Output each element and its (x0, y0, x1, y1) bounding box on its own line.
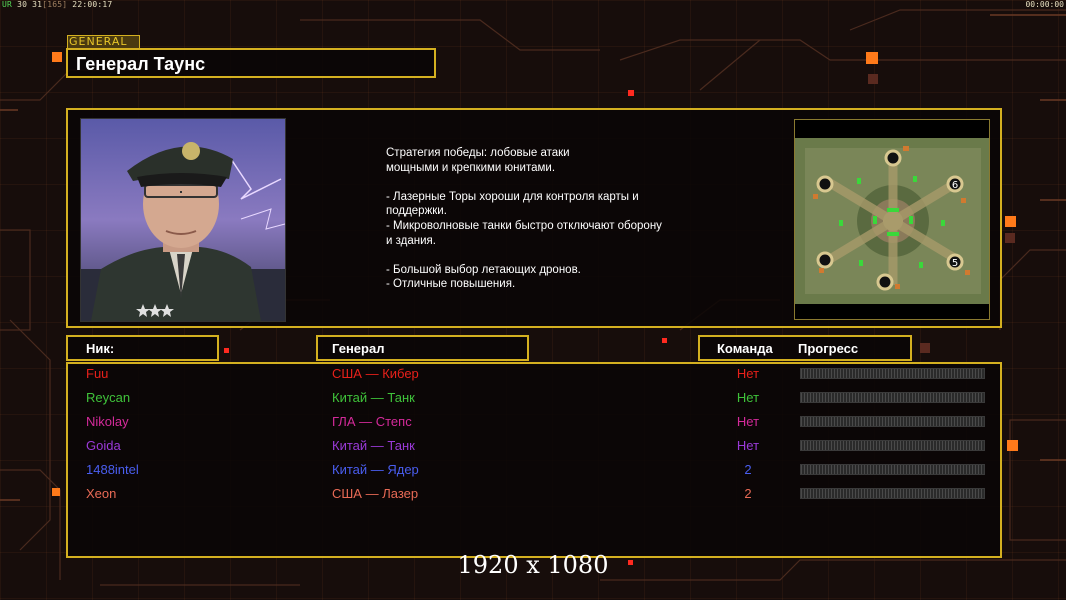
accent-square (866, 52, 878, 64)
nick-column-header: Ник: (66, 335, 219, 361)
general-name: Генерал Таунс (76, 54, 206, 74)
player-progress-bar (800, 368, 985, 379)
progress-header-label: Прогресс (798, 341, 859, 356)
player-nick: 1488intel (86, 462, 139, 477)
ur-label: UR (2, 0, 13, 9)
general-portrait (80, 118, 286, 322)
player-team: Нет (736, 366, 760, 381)
accent-square (52, 52, 62, 62)
player-progress-bar (800, 392, 985, 403)
player-general: Китай — Танк (332, 390, 415, 405)
general-title-panel: Генерал Таунс (66, 48, 436, 78)
accent-square (628, 90, 634, 96)
map-slot-label: 6 (952, 180, 958, 191)
player-general: США — Кибер (332, 366, 419, 381)
latency-stat: [165] (42, 0, 68, 9)
player-general: Китай — Танк (332, 438, 415, 453)
accent-square (662, 338, 667, 343)
player-progress-bar (800, 488, 985, 499)
player-general: ГЛА — Степс (332, 414, 412, 429)
game-timer: 00:00:00 (1025, 0, 1064, 9)
status-readout: UR 30 31[165] 22:00:17 (2, 0, 112, 9)
player-team: 2 (744, 462, 752, 477)
player-row: Fuu США — Кибер Нет (0, 366, 1066, 390)
player-row: Nikolay ГЛА — Степс Нет (0, 414, 1066, 438)
player-nick: Reycan (86, 390, 131, 405)
player-general: США — Лазер (332, 486, 419, 501)
accent-square (1005, 233, 1015, 243)
player-team: Нет (736, 438, 760, 453)
accent-square (224, 348, 229, 353)
player-nick: Xeon (86, 486, 117, 501)
player-general: Китай — Ядер (332, 462, 419, 477)
player-nick: Fuu (86, 366, 109, 381)
clock: 22:00:17 (72, 0, 113, 9)
player-nick: Goida (86, 438, 121, 453)
nick-header-label: Ник: (86, 341, 115, 356)
minimap-preview: 6 5 (794, 119, 990, 320)
team-header-label: Команда (717, 341, 773, 356)
player-row: Goida Китай — Танк Нет (0, 438, 1066, 462)
player-row: 1488intel Китай — Ядер 2 (0, 462, 1066, 486)
accent-square (868, 74, 878, 84)
section-tag: GENERAL (67, 35, 140, 49)
resolution-label: 1920 x 1080 (457, 551, 609, 579)
map-slot-label: 5 (952, 258, 958, 269)
player-progress-bar (800, 464, 985, 475)
general-column-header: Генерал (316, 335, 529, 361)
player-team: Нет (736, 390, 760, 405)
player-nick: Nikolay (86, 414, 129, 429)
player-progress-bar (800, 416, 985, 427)
accent-square (1005, 216, 1016, 227)
player-team: Нет (736, 414, 760, 429)
player-row: Xeon США — Лазер 2 (0, 486, 1066, 510)
player-progress-bar (800, 440, 985, 451)
strategy-description: Стратегия победы: лобовые атаки мощными … (386, 147, 662, 291)
accent-square (920, 343, 930, 353)
player-row: Reycan Китай — Танк Нет (0, 390, 1066, 414)
general-header-label: Генерал (332, 341, 385, 356)
player-team: 2 (744, 486, 752, 501)
fps-stats: 30 31 (17, 0, 43, 9)
team-progress-column-header: Команда Прогресс (698, 335, 912, 361)
